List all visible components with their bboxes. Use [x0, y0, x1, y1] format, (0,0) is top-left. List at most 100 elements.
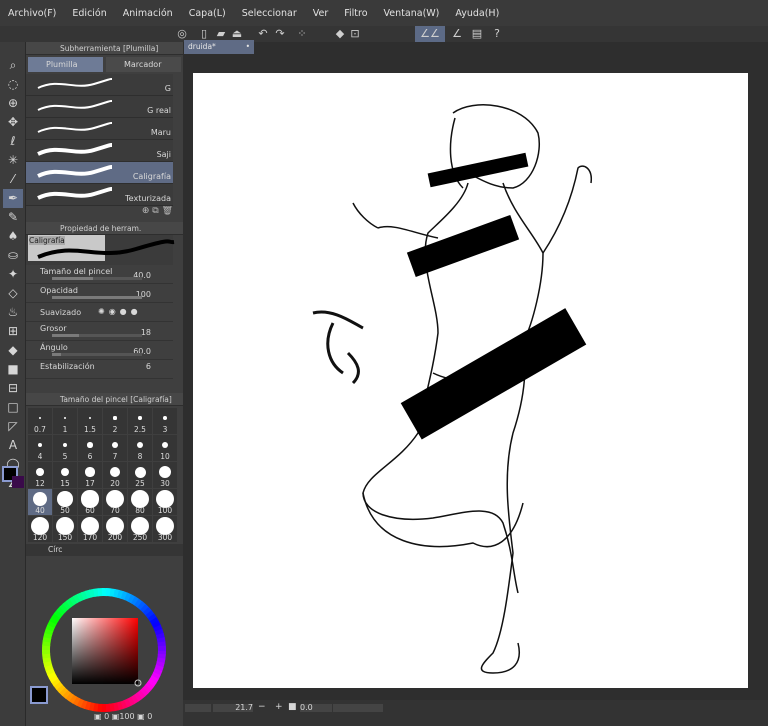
menu-archivo[interactable]: Archivo(F) — [8, 8, 56, 19]
brush-size-item[interactable]: 150 — [53, 516, 77, 542]
brush-size-item[interactable]: 8 — [128, 435, 152, 461]
brush-size-item[interactable]: 80 — [128, 489, 152, 515]
property-row[interactable]: Tamaño del pincel 40.0 — [26, 265, 173, 284]
brush-item[interactable]: Texturizada — [26, 184, 173, 206]
property-slider[interactable] — [52, 296, 142, 299]
brush-size-item[interactable]: 17 — [78, 462, 102, 488]
gradient-icon[interactable]: ■ — [0, 360, 26, 379]
blend-icon[interactable]: ♨ — [0, 303, 26, 322]
rotation-value[interactable]: 0.0 — [300, 704, 332, 712]
brush-item[interactable]: Caligrafía — [26, 162, 173, 184]
pencil-tool-icon[interactable]: ✎ — [0, 208, 26, 227]
figure-icon[interactable]: □ — [0, 398, 26, 417]
property-value[interactable]: 18 — [141, 328, 151, 337]
deselect-icon[interactable]: ⁘ — [295, 26, 309, 42]
brush-size-item[interactable]: 2.5 — [128, 408, 152, 434]
property-row[interactable]: Ángulo 60.0 — [26, 341, 173, 360]
brush-size-item[interactable]: 300 — [153, 516, 177, 542]
brush-size-item[interactable]: 1.5 — [78, 408, 102, 434]
brush-size-item[interactable]: 7 — [103, 435, 127, 461]
circle-tab[interactable]: Círc — [26, 544, 183, 556]
tablet-icon[interactable]: ▤ — [470, 26, 484, 42]
zoom-tool-icon[interactable]: ⌕ — [0, 56, 26, 75]
brush-size-item[interactable]: 2 — [103, 408, 127, 434]
eraser-icon[interactable]: ◇ — [0, 284, 26, 303]
brush-size-item[interactable]: 20 — [103, 462, 127, 488]
eyedropper-icon[interactable]: ⁄ — [0, 170, 26, 189]
property-row[interactable]: Grosor 18 — [26, 322, 173, 341]
magic-wand-icon[interactable]: ✳ — [0, 151, 26, 170]
zoom-value[interactable]: 21.7 — [213, 704, 253, 712]
smoothing-options[interactable]: ✺◉●● — [98, 307, 142, 316]
menu-capa[interactable]: Capa(L) — [189, 8, 226, 19]
property-slider[interactable] — [52, 353, 142, 356]
fill-icon[interactable]: ◆ — [333, 26, 347, 42]
menu-ventana[interactable]: Ventana(W) — [384, 8, 440, 19]
brush-size-item[interactable]: 15 — [53, 462, 77, 488]
brush-size-item[interactable]: 10 — [153, 435, 177, 461]
sub-color-swatch[interactable] — [12, 476, 24, 488]
panel-main-color[interactable] — [30, 686, 48, 704]
redo-icon[interactable]: ↷ — [273, 26, 287, 42]
menu-filtro[interactable]: Filtro — [344, 8, 367, 19]
transform-icon[interactable]: ⊡ — [348, 26, 362, 42]
decoration-icon[interactable]: ✦ — [0, 265, 26, 284]
object-tool-icon[interactable]: ⊕ — [0, 94, 26, 113]
menu-edicion[interactable]: Edición — [72, 8, 106, 19]
brush-size-item[interactable]: 25 — [128, 462, 152, 488]
property-slider[interactable] — [52, 334, 142, 337]
brush-item[interactable]: Saji — [26, 140, 173, 162]
help-icon[interactable]: ? — [490, 26, 504, 42]
brush-size-item[interactable]: 200 — [103, 516, 127, 542]
brush-size-item[interactable]: 4 — [28, 435, 52, 461]
pen-tool-icon[interactable]: ✒ — [3, 189, 23, 208]
brush-item[interactable]: G real — [26, 96, 173, 118]
brush-size-item[interactable]: 120 — [28, 516, 52, 542]
tab-marcador[interactable]: Marcador — [106, 57, 181, 72]
text-tool-icon[interactable]: A — [0, 436, 26, 455]
brush-size-item[interactable]: 170 — [78, 516, 102, 542]
menu-animacion[interactable]: Animación — [123, 8, 173, 19]
lasso-tool-icon[interactable]: ℓ — [0, 132, 26, 151]
brush-size-item[interactable]: 6 — [78, 435, 102, 461]
zoom-in-button[interactable]: + — [275, 702, 283, 712]
brush-size-item[interactable]: 50 — [53, 489, 77, 515]
airbrush-icon[interactable]: ⛀ — [0, 246, 26, 265]
brush-size-item[interactable]: 30 — [153, 462, 177, 488]
grid-icon[interactable]: ⊞ — [0, 322, 26, 341]
smoothing-row[interactable]: Suavizado ✺◉●● — [26, 303, 173, 322]
brush-item[interactable]: G — [26, 74, 173, 96]
menu-ayuda[interactable]: Ayuda(H) — [455, 8, 499, 19]
fill-tool-icon[interactable]: ◆ — [0, 341, 26, 360]
rotate-tool-icon[interactable]: ◌ — [0, 75, 26, 94]
brush-item[interactable]: Maru — [26, 118, 173, 140]
brush-size-item[interactable]: 250 — [128, 516, 152, 542]
color-wheel[interactable] — [40, 586, 168, 714]
subtool-actions[interactable]: ⊕ ⧉ 🗑 — [26, 206, 173, 218]
undo-icon[interactable]: ↶ — [256, 26, 270, 42]
brush-size-item[interactable]: 3 — [153, 408, 177, 434]
menu-ver[interactable]: Ver — [313, 8, 329, 19]
brush-tool-icon[interactable]: ♠ — [0, 227, 26, 246]
tab-plumilla[interactable]: Plumilla — [28, 57, 103, 72]
brush-size-item[interactable]: 40 — [28, 489, 52, 515]
rotation-slider[interactable] — [333, 704, 383, 712]
ruler-icon[interactable]: ◸ — [0, 417, 26, 436]
stabilization-value[interactable]: 6 — [146, 362, 151, 371]
document-tab[interactable]: druida* • — [184, 40, 254, 54]
brush-size-item[interactable]: 0.7 — [28, 408, 52, 434]
snap-ruler-icon[interactable]: ∠∠ — [415, 26, 445, 42]
zoom-out-button[interactable]: − — [258, 702, 266, 712]
brush-size-item[interactable]: 12 — [28, 462, 52, 488]
fit-button[interactable]: ■ — [288, 702, 297, 712]
property-row[interactable]: Opacidad 100 — [26, 284, 173, 303]
brush-size-item[interactable]: 100 — [153, 489, 177, 515]
menu-seleccionar[interactable]: Seleccionar — [242, 8, 297, 19]
brush-size-item[interactable]: 1 — [53, 408, 77, 434]
brush-size-item[interactable]: 60 — [78, 489, 102, 515]
snap-grid-icon[interactable]: ∠ — [450, 26, 464, 42]
stabilization-row[interactable]: Estabilización 6 — [26, 360, 173, 379]
brush-size-item[interactable]: 5 — [53, 435, 77, 461]
move-tool-icon[interactable]: ✥ — [0, 113, 26, 132]
property-slider[interactable] — [52, 277, 142, 280]
